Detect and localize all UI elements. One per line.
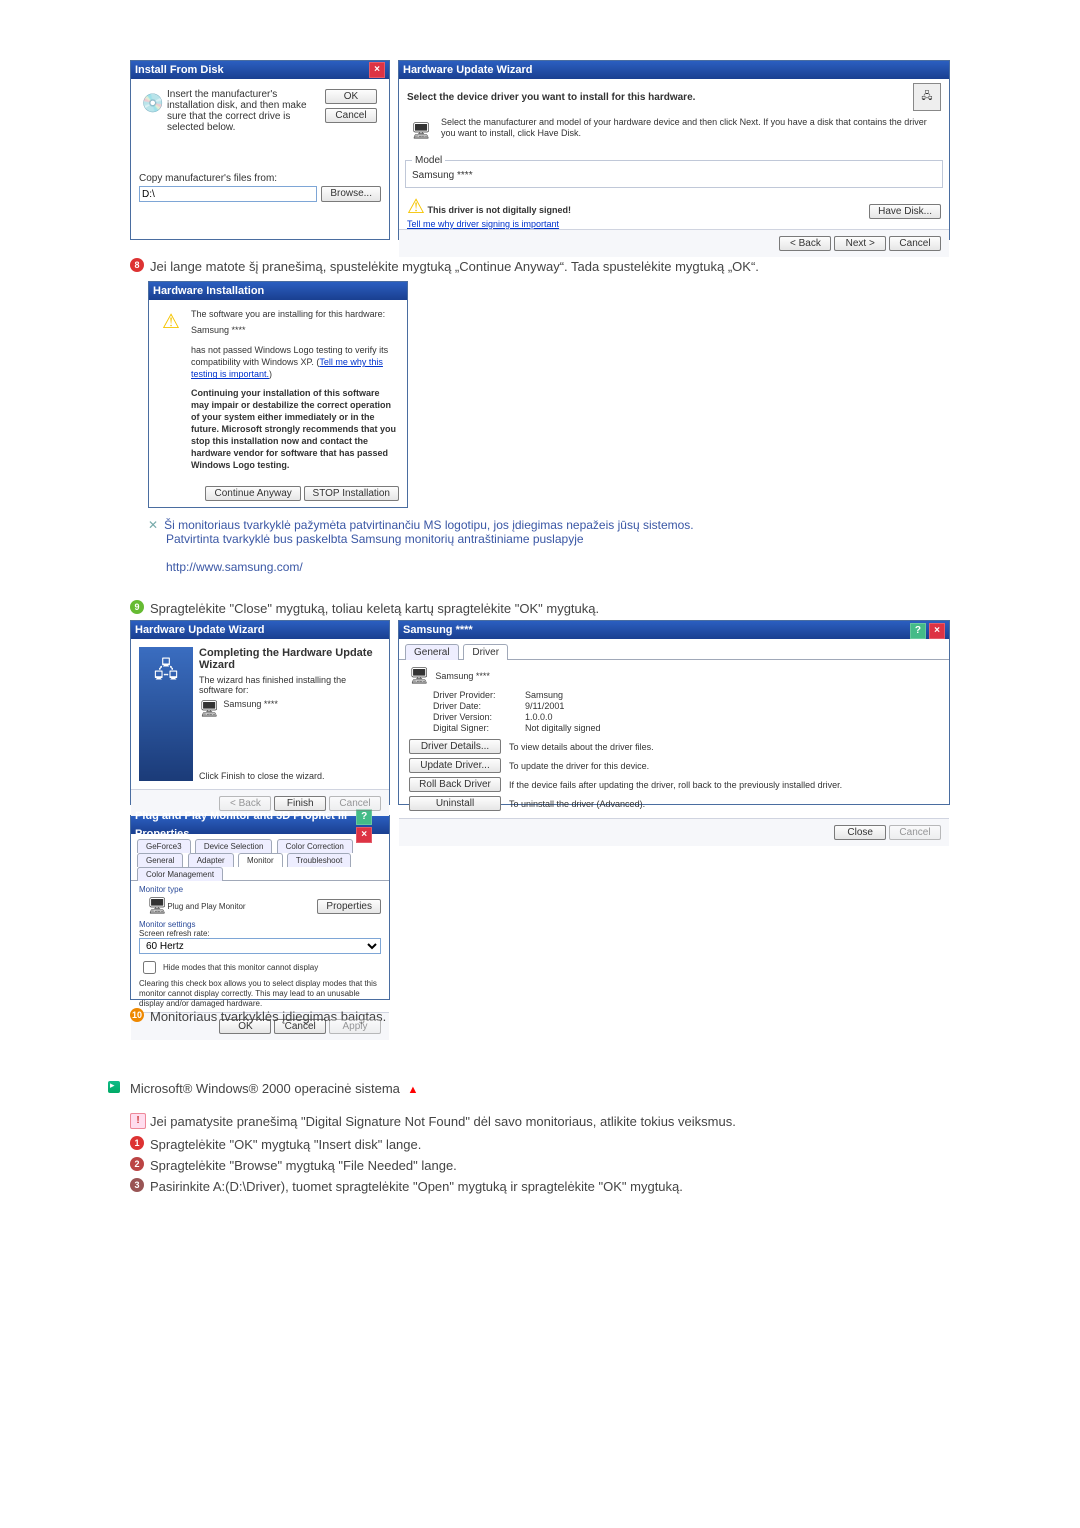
device-name: Samsung **** <box>435 671 490 681</box>
step-9-bullet: 9 <box>130 600 144 614</box>
step-1-bullet: 1 <box>130 1136 144 1150</box>
signing-why-link[interactable]: Tell me why driver signing is important <box>407 219 559 229</box>
cancel-button[interactable]: Cancel <box>325 108 377 123</box>
hide-modes-label: Hide modes that this monitor cannot disp… <box>163 963 318 972</box>
refresh-rate-label: Screen refresh rate: <box>139 929 381 938</box>
refresh-rate-select[interactable]: 60 Hertz <box>139 938 381 954</box>
dialog-title: Hardware Installation <box>153 282 264 300</box>
cancel-button: Cancel <box>329 796 381 811</box>
dialog-text: Insert the manufacturer's installation d… <box>167 89 319 133</box>
warning-icon <box>407 202 425 216</box>
hide-modes-description: Clearing this check box allows you to se… <box>139 979 381 1008</box>
tab-color-management[interactable]: Color Management <box>137 867 223 881</box>
driver-wizard-icon: 🖧 <box>913 83 941 111</box>
monitor-type-label: Monitor type <box>139 885 381 894</box>
browse-button[interactable]: Browse... <box>321 186 381 202</box>
monitor-icon <box>147 896 167 916</box>
dialog-heading: Completing the Hardware Update Wizard <box>199 647 373 671</box>
warning-text: Continuing your installation of this sof… <box>191 388 396 471</box>
step-8-text: Jei lange matote šį pranešimą, spustelėk… <box>150 258 759 277</box>
back-button[interactable]: < Back <box>779 236 831 251</box>
triangle-icon <box>404 1081 419 1096</box>
have-disk-button[interactable]: Have Disk... <box>869 204 941 219</box>
cancel-button[interactable]: Cancel <box>889 236 941 251</box>
dialog-text: The wizard has finished installing the s… <box>199 675 381 695</box>
model-label: Model <box>412 155 445 166</box>
device-name: Samsung **** <box>223 699 278 719</box>
copy-from-input[interactable] <box>139 186 317 202</box>
finish-msg: Click Finish to close the wizard. <box>199 771 381 781</box>
apply-button: Apply <box>329 1019 381 1034</box>
tab-general[interactable]: General <box>405 644 459 660</box>
properties-button[interactable]: Properties <box>317 899 381 914</box>
note-text-1: Ši monitoriaus tvarkyklė pažymėta patvir… <box>164 518 694 532</box>
tab-adapter[interactable]: Adapter <box>188 853 234 867</box>
uninstall-button[interactable]: Uninstall <box>409 796 501 811</box>
step-2-text: Spragtelėkite "Browse" mygtuką "File Nee… <box>150 1157 457 1176</box>
info-icon: ! <box>130 1113 146 1129</box>
tab-troubleshoot[interactable]: Troubleshoot <box>287 853 351 867</box>
wizard-banner-icon: 🖧 <box>139 647 193 781</box>
warning-icon <box>157 308 185 336</box>
device-name: Samsung **** <box>191 324 399 336</box>
hardware-update-complete-dialog: Hardware Update Wizard 🖧 Completing the … <box>130 620 390 805</box>
not-signed-text: This driver is not digitally signed! <box>427 205 571 215</box>
note-text-2: Patvirtinta tvarkyklė bus paskelbta Sams… <box>166 532 950 546</box>
tab-geforce3[interactable]: GeForce3 <box>137 839 191 853</box>
monitor-name: Plug and Play Monitor <box>167 902 317 911</box>
continue-anyway-button[interactable]: Continue Anyway <box>205 486 300 501</box>
hide-modes-checkbox[interactable] <box>143 961 156 974</box>
monitor-settings-label: Monitor settings <box>139 920 381 929</box>
model-list: Model Samsung **** <box>405 155 943 188</box>
step-1-text: Spragtelėkite "OK" mygtuką "Insert disk"… <box>150 1136 421 1155</box>
dialog-heading: Select the device driver you want to ins… <box>407 92 913 103</box>
back-button: < Back <box>219 796 271 811</box>
tab-driver[interactable]: Driver <box>463 644 508 660</box>
text-line: The software you are installing for this… <box>191 308 399 320</box>
diamond-icon: ✕ <box>148 518 158 532</box>
install-from-disk-dialog: Install From Disk × Insert the manufactu… <box>130 60 390 240</box>
rollback-driver-button[interactable]: Roll Back Driver <box>409 777 501 792</box>
stop-installation-button[interactable]: STOP Installation <box>304 486 399 501</box>
dialog-title: Samsung **** <box>403 621 473 639</box>
pnp-monitor-properties-dialog: Plug and Play Monitor and 3D Prophet III… <box>130 815 390 1000</box>
section-2-note: Jei pamatysite pranešimą "Digital Signat… <box>150 1113 736 1132</box>
copy-from-label: Copy manufacturer's files from: <box>139 173 381 184</box>
step-3-text: Pasirinkite A:(D:\Driver), tuomet spragt… <box>150 1178 683 1197</box>
close-icon[interactable]: × <box>369 62 385 78</box>
section-arrow-icon <box>108 1081 120 1093</box>
help-icon[interactable]: ? <box>356 809 372 825</box>
step-9-text: Spragtelėkite "Close" mygtuką, toliau ke… <box>150 600 599 619</box>
device-icon <box>407 117 435 145</box>
next-button[interactable]: Next > <box>834 236 886 251</box>
dialog-title: Install From Disk <box>135 61 224 79</box>
help-icon[interactable]: ? <box>910 623 926 639</box>
dialog-title: Hardware Update Wizard <box>403 61 533 79</box>
tab-general[interactable]: General <box>137 853 183 867</box>
tab-device-selection[interactable]: Device Selection <box>195 839 273 853</box>
tab-color-correction[interactable]: Color Correction <box>277 839 353 853</box>
disk-icon <box>139 89 167 117</box>
samsung-url-link[interactable]: http://www.samsung.com/ <box>166 560 303 574</box>
model-item[interactable]: Samsung **** <box>412 170 936 181</box>
close-button[interactable]: Close <box>834 825 886 840</box>
ok-button[interactable]: OK <box>325 89 377 104</box>
step-8-bullet: 8 <box>130 258 144 272</box>
device-icon <box>409 666 429 686</box>
driver-properties-dialog: Samsung **** ? × General Driver Samsung … <box>398 620 950 805</box>
update-driver-button[interactable]: Update Driver... <box>409 758 501 773</box>
cancel-button: Cancel <box>889 825 941 840</box>
device-icon <box>199 699 219 719</box>
tab-monitor[interactable]: Monitor <box>238 853 283 867</box>
hardware-installation-dialog: Hardware Installation The software you a… <box>148 281 408 508</box>
dialog-text: Select the manufacturer and model of you… <box>441 117 941 145</box>
close-icon[interactable]: × <box>929 623 945 639</box>
section-2-heading: Microsoft® Windows® 2000 operacinė siste… <box>130 1081 400 1096</box>
hardware-update-select-driver: Hardware Update Wizard Select the device… <box>398 60 950 240</box>
step-2-bullet: 2 <box>130 1157 144 1171</box>
driver-details-button[interactable]: Driver Details... <box>409 739 501 754</box>
dialog-title: Hardware Update Wizard <box>135 621 265 639</box>
step-3-bullet: 3 <box>130 1178 144 1192</box>
